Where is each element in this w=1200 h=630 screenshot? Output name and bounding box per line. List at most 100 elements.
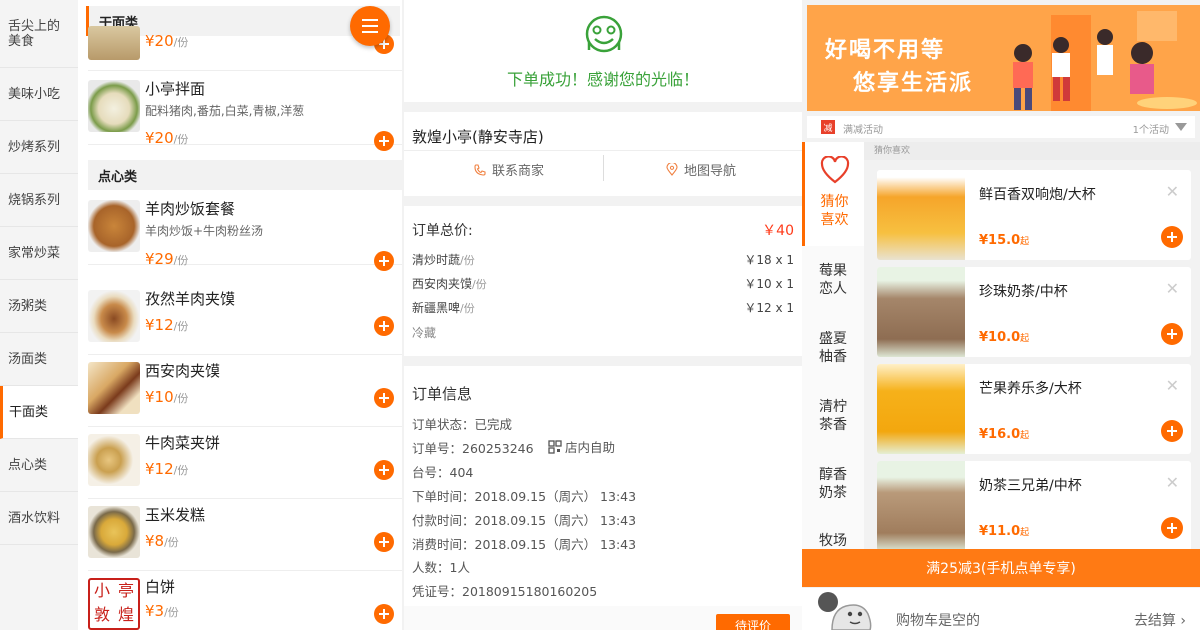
close-icon[interactable]: ✕: [1166, 279, 1179, 298]
plus-icon: [1167, 329, 1177, 339]
category-item[interactable]: 点心类: [0, 439, 78, 492]
drink-image: [877, 461, 965, 551]
close-icon[interactable]: ✕: [1166, 376, 1179, 395]
location-pin-icon: [666, 163, 678, 176]
dish-price: ¥3/份: [145, 602, 179, 620]
promo-banner[interactable]: 好喝不用等 悠享生活派: [807, 5, 1200, 111]
self-service-tag: 店内自助: [548, 437, 615, 456]
add-button[interactable]: [1161, 323, 1183, 345]
drinks-panel: 好喝不用等 悠享生活派 减 满减活动 1个活动 猜你 喜欢 莓果 恋人 盛夏 柚香 清…: [802, 0, 1200, 630]
consume-time: 消费时间：2018.09.15（周六） 13:43: [412, 537, 637, 552]
divider: [603, 155, 604, 181]
dish-item[interactable]: 羊肉炒饭套餐 羊肉炒饭+牛肉粉丝汤 ¥29/份: [88, 192, 402, 271]
dish-price: ¥10/份: [145, 388, 189, 406]
dish-item[interactable]: 小亭拌面 配料猪肉,番茄,白菜,青椒,洋葱 ¥20/份: [88, 72, 402, 151]
category-sidebar: 舌尖上的美食 美味小吃 炒烤系列 烧锅系列 家常炒菜 汤粥类 汤面类 干面类 点…: [0, 0, 78, 630]
add-button[interactable]: [1161, 420, 1183, 442]
category-item[interactable]: 家常炒菜: [0, 227, 78, 280]
drink-item[interactable]: 珍珠奶茶/中杯 ¥10.0起 ✕: [877, 267, 1191, 357]
map-navigation-button[interactable]: 地图导航: [666, 160, 736, 179]
drink-price: ¥10.0起: [979, 330, 1030, 345]
success-message: 下单成功！感谢您的光临！: [506, 70, 699, 89]
dish-item[interactable]: 小亭 敦煌 白饼 ¥3/份: [88, 570, 402, 630]
dish-price: ¥20/份: [145, 32, 189, 50]
discount-offer-banner: 满25减3(手机点单专享): [802, 549, 1200, 587]
drink-category[interactable]: 莓果 恋人: [802, 262, 864, 298]
drink-item[interactable]: 奶茶三兄弟/中杯 ¥11.0起 ✕: [877, 461, 1191, 551]
category-item[interactable]: 舌尖上的美食: [0, 0, 78, 68]
add-button[interactable]: [1161, 517, 1183, 539]
category-item[interactable]: 酒水饮料: [0, 492, 78, 545]
category-item[interactable]: 美味小吃: [0, 68, 78, 121]
drink-category[interactable]: 清柠 茶香: [802, 398, 864, 434]
category-item[interactable]: 汤面类: [0, 333, 78, 386]
banner-headline: 好喝不用等: [825, 38, 946, 63]
add-button[interactable]: [374, 388, 394, 408]
drink-category[interactable]: 盛夏 柚香: [802, 330, 864, 366]
dish-item[interactable]: 玉米发糕 ¥8/份: [88, 498, 402, 571]
add-button[interactable]: [374, 604, 394, 624]
dish-image: [88, 434, 140, 486]
drink-price: ¥15.0起: [979, 233, 1030, 248]
banner-subheadline: 悠享生活派: [853, 71, 974, 96]
plus-icon: [379, 393, 389, 403]
order-number: 订单号：260253246: [412, 441, 534, 456]
drink-item[interactable]: 芒果养乐多/大杯 ¥16.0起 ✕: [877, 364, 1191, 454]
close-icon[interactable]: ✕: [1166, 473, 1179, 492]
dish-list: 干面类 ¥20/份 小亭拌面 配料猪肉,番茄,白菜,青椒,洋葱 ¥20/份 点心…: [78, 0, 402, 630]
add-button[interactable]: [1161, 226, 1183, 248]
chevron-right-icon: ›: [1180, 613, 1186, 629]
smile-icon: [585, 15, 623, 53]
dish-desc: 配料猪肉,番茄,白菜,青椒,洋葱: [145, 104, 305, 118]
dish-item[interactable]: 牛肉菜夹饼 ¥12/份: [88, 426, 402, 499]
menu-fab-button[interactable]: [350, 6, 390, 46]
drink-item[interactable]: 鲜百香双响炮/大杯 ¥15.0起 ✕: [877, 170, 1191, 260]
drink-price: ¥11.0起: [979, 524, 1030, 539]
add-button[interactable]: [374, 251, 394, 271]
plus-icon: [379, 136, 389, 146]
dish-image: [88, 80, 140, 132]
hamburger-icon: [362, 19, 378, 33]
voucher-number: 凭证号：20180915180160205: [412, 584, 598, 599]
dish-image: [88, 362, 140, 414]
order-note: 冷藏: [412, 326, 437, 340]
add-button[interactable]: [374, 460, 394, 480]
category-item[interactable]: 炒烤系列: [0, 121, 78, 174]
drink-name: 珍珠奶茶/中杯: [979, 284, 1068, 300]
dish-image: [88, 26, 140, 60]
menu-panel: 舌尖上的美食 美味小吃 炒烤系列 烧锅系列 家常炒菜 汤粥类 汤面类 干面类 点…: [0, 0, 402, 630]
pay-time: 付款时间：2018.09.15（周六） 13:43: [412, 513, 637, 528]
order-status: 订单状态：已完成: [412, 417, 513, 432]
review-button[interactable]: 待评价: [716, 614, 790, 630]
category-item-active[interactable]: 干面类: [0, 386, 78, 439]
stamp-logo: 小亭 敦煌: [88, 578, 140, 630]
discount-activity-bar[interactable]: 减 满减活动 1个活动: [807, 116, 1195, 138]
empty-cart-mascot-icon[interactable]: [810, 588, 882, 630]
drink-category-active[interactable]: 猜你 喜欢: [802, 142, 864, 246]
drink-category[interactable]: 牧场: [802, 532, 864, 550]
store-name: 敦煌小亭(静安寺店): [412, 128, 544, 146]
contact-merchant-button[interactable]: 联系商家: [474, 160, 544, 179]
drink-category[interactable]: 醇香 奶茶: [802, 466, 864, 502]
plus-icon: [1167, 523, 1177, 533]
category-item[interactable]: 烧锅系列: [0, 174, 78, 227]
category-item[interactable]: 汤粥类: [0, 280, 78, 333]
plus-icon: [379, 256, 389, 266]
dish-price: ¥8/份: [145, 532, 179, 550]
dish-price: ¥29/份: [145, 250, 189, 268]
order-item-price: ￥10 x 1: [744, 277, 794, 291]
dish-name: 玉米发糕: [145, 506, 206, 524]
order-info-title: 订单信息: [412, 385, 473, 403]
close-icon[interactable]: ✕: [1166, 182, 1179, 201]
add-button[interactable]: [374, 131, 394, 151]
dish-name: 孜然羊肉夹馍: [145, 290, 236, 308]
add-button[interactable]: [374, 316, 394, 336]
drink-image: [877, 170, 965, 260]
checkout-button[interactable]: 去结算 ›: [1134, 610, 1186, 630]
dish-item[interactable]: 西安肉夹馍 ¥10/份: [88, 354, 402, 427]
order-item-name: 西安肉夹馍/份: [412, 277, 487, 291]
dish-item[interactable]: 孜然羊肉夹馍 ¥12/份: [88, 282, 402, 355]
dish-name: 羊肉炒饭套餐: [145, 200, 236, 218]
drink-name: 芒果养乐多/大杯: [979, 381, 1082, 397]
add-button[interactable]: [374, 532, 394, 552]
